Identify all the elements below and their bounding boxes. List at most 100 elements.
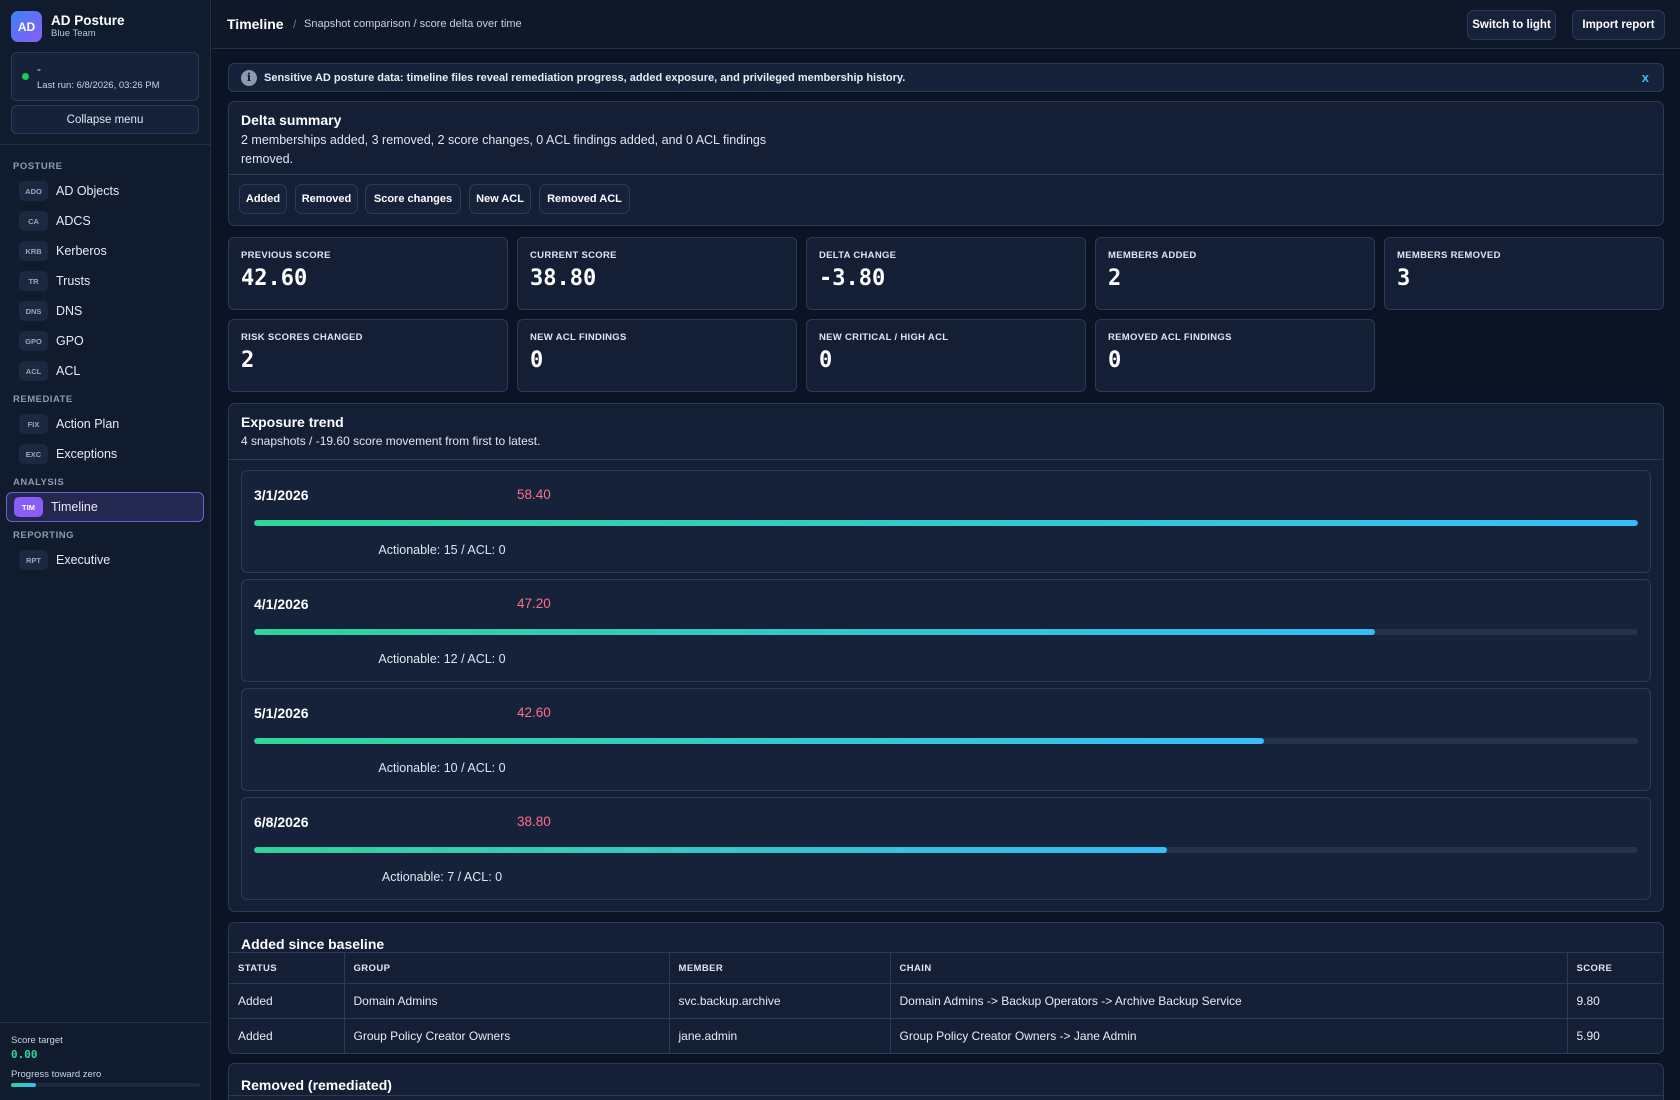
- column-header-status[interactable]: STATUS: [229, 952, 344, 984]
- cell-status: Added: [229, 1018, 344, 1053]
- timeline-icon: TIM: [14, 497, 43, 517]
- column-header-member[interactable]: MEMBER: [668, 952, 890, 984]
- progress-label: Progress toward zero: [11, 1069, 102, 1080]
- last-run-timestamp: Last run: 6/8/2026, 03:26 PM: [37, 80, 160, 91]
- sidebar-divider: [0, 144, 210, 145]
- sidebar-item-label: Trusts: [56, 274, 91, 288]
- snapshot-score: 58.40: [517, 487, 551, 502]
- sidebar-item-kerberos[interactable]: KRB Kerberos: [6, 236, 204, 266]
- column-header-score[interactable]: SCORE: [1566, 952, 1663, 984]
- cell-member: svc.backup.archive: [668, 983, 890, 1019]
- delta-summary-panel: Delta summary 2 memberships added, 3 rem…: [228, 101, 1664, 226]
- score-target-value: 0.00: [11, 1048, 38, 1061]
- cell-member: jane.admin: [668, 1018, 890, 1053]
- stat-value: 2: [1108, 266, 1122, 291]
- snapshot-score-track: [254, 847, 1638, 853]
- nav-group-label-posture: POSTURE: [13, 161, 63, 172]
- sidebar-item-ad-objects[interactable]: ADO AD Objects: [6, 176, 204, 206]
- brand-name: AD Posture: [51, 13, 125, 28]
- filter-chip-new-acl[interactable]: New ACL: [469, 184, 531, 214]
- sidebar-item-gpo[interactable]: GPO GPO: [6, 326, 204, 356]
- brand-team: Blue Team: [51, 28, 96, 39]
- info-icon: i: [241, 69, 257, 86]
- stat-label: MEMBERS ADDED: [1108, 250, 1197, 261]
- stat-card-risk-scores-changed: RISK SCORES CHANGED 2: [228, 319, 508, 392]
- removed-remediated-title: Removed (remediated): [241, 1077, 392, 1093]
- acl-icon: ACL: [19, 361, 48, 381]
- snapshot-card: 6/8/2026 38.80 Actionable: 7 / ACL: 0: [241, 797, 1651, 900]
- sidebar-item-dns[interactable]: DNS DNS: [6, 296, 204, 326]
- added-members-table: STATUS GROUP MEMBER CHAIN SCORE Added Do…: [229, 952, 1663, 1053]
- table-row[interactable]: Added Domain Admins svc.backup.archive D…: [229, 983, 1663, 1019]
- sidebar-item-label: Exceptions: [56, 447, 118, 461]
- stat-value: 3: [1397, 266, 1411, 291]
- column-header-group[interactable]: GROUP: [343, 952, 669, 984]
- snapshot-meta: Actionable: 10 / ACL: 0: [378, 761, 506, 775]
- cell-group: Group Policy Creator Owners: [343, 1018, 669, 1053]
- sidebar-item-timeline[interactable]: TIM Timeline: [6, 492, 204, 522]
- cell-score: 9.80: [1566, 983, 1663, 1019]
- filter-chip-added[interactable]: Added: [239, 184, 287, 214]
- cell-score: 5.90: [1566, 1018, 1663, 1053]
- import-report-button[interactable]: Import report: [1572, 10, 1665, 40]
- progress-track: [11, 1083, 200, 1087]
- sidebar-item-action-plan[interactable]: FIX Action Plan: [6, 409, 204, 439]
- snapshot-score-bar: [254, 847, 1168, 853]
- cell-status: Added: [229, 983, 344, 1019]
- stat-label: RISK SCORES CHANGED: [241, 332, 363, 343]
- run-status-title: -: [37, 62, 41, 76]
- collapse-menu-button[interactable]: Collapse menu: [11, 105, 199, 134]
- stat-card-delta-change: DELTA CHANGE -3.80: [806, 237, 1086, 310]
- sidebar-item-executive[interactable]: RPT Executive: [6, 545, 204, 575]
- filter-chip-removed[interactable]: Removed: [295, 184, 358, 214]
- close-icon[interactable]: x: [1642, 70, 1649, 85]
- switch-theme-button[interactable]: Switch to light: [1467, 10, 1556, 40]
- stat-value: 42.60: [241, 266, 308, 291]
- snapshot-score-track: [254, 520, 1638, 526]
- sidebar-item-label: ACL: [56, 364, 81, 378]
- progress-fill: [11, 1083, 36, 1087]
- adcs-icon: CA: [19, 211, 48, 231]
- last-run-card: - Last run: 6/8/2026, 03:26 PM: [11, 52, 199, 101]
- stat-card-removed-acl-findings: REMOVED ACL FINDINGS 0: [1095, 319, 1375, 392]
- ad-objects-icon: ADO: [19, 181, 48, 201]
- score-target-label: Score target: [11, 1035, 63, 1046]
- snapshot-meta: Actionable: 7 / ACL: 0: [381, 870, 503, 884]
- delta-summary-text: 2 memberships added, 3 removed, 2 score …: [241, 133, 767, 166]
- snapshot-card: 4/1/2026 47.20 Actionable: 12 / ACL: 0: [241, 579, 1651, 682]
- column-header-chain[interactable]: CHAIN: [889, 952, 1567, 984]
- sidebar-item-acl[interactable]: ACL ACL: [6, 356, 204, 386]
- sidebar-item-adcs[interactable]: CA ADCS: [6, 206, 204, 236]
- table-row[interactable]: Added Group Policy Creator Owners jane.a…: [229, 1018, 1663, 1053]
- snapshot-score-bar: [254, 629, 1376, 635]
- page-subtitle: Snapshot comparison / score delta over t…: [304, 18, 522, 30]
- sidebar: AD AD Posture Blue Team - Last run: 6/8/…: [0, 0, 211, 1100]
- filter-chip-score-changes[interactable]: Score changes: [365, 184, 461, 214]
- breadcrumb-separator: /: [293, 17, 297, 31]
- sidebar-item-label: AD Objects: [56, 184, 120, 198]
- sidebar-item-trusts[interactable]: TR Trusts: [6, 266, 204, 296]
- removed-remediated-panel: Removed (remediated): [228, 1063, 1664, 1100]
- gpo-icon: GPO: [19, 331, 48, 351]
- stat-label: NEW ACL FINDINGS: [530, 332, 627, 343]
- stat-value: 0: [1108, 348, 1122, 373]
- topbar: Timeline / Snapshot comparison / score d…: [212, 0, 1680, 49]
- snapshot-card: 3/1/2026 58.40 Actionable: 15 / ACL: 0: [241, 470, 1651, 573]
- added-since-baseline-panel: Added since baseline STATUS GROUP MEMBER…: [228, 922, 1664, 1054]
- stat-card-current-score: CURRENT SCORE 38.80: [517, 237, 797, 310]
- stat-card-previous-score: PREVIOUS SCORE 42.60: [228, 237, 508, 310]
- snapshot-score-track: [254, 629, 1638, 635]
- sidebar-item-label: Kerberos: [56, 244, 107, 258]
- snapshot-score: 47.20: [517, 596, 551, 611]
- stat-card-members-added: MEMBERS ADDED 2: [1095, 237, 1375, 310]
- stat-label: MEMBERS REMOVED: [1397, 250, 1501, 261]
- sidebar-nav: POSTURE ADO AD Objects CA ADCS KRB Kerberos TR T…: [0, 161, 210, 575]
- brand-logo: AD: [11, 11, 42, 42]
- nav-group-label-reporting: REPORTING: [13, 530, 74, 541]
- sidebar-item-exceptions[interactable]: EXC Exceptions: [6, 439, 204, 469]
- snapshot-date: 5/1/2026: [254, 705, 309, 721]
- filter-chip-removed-acl[interactable]: Removed ACL: [539, 184, 630, 214]
- sidebar-item-label: Executive: [56, 553, 111, 567]
- stat-card-new-acl-findings: NEW ACL FINDINGS 0: [517, 319, 797, 392]
- alert-text: Sensitive AD posture data: timeline file…: [264, 71, 906, 84]
